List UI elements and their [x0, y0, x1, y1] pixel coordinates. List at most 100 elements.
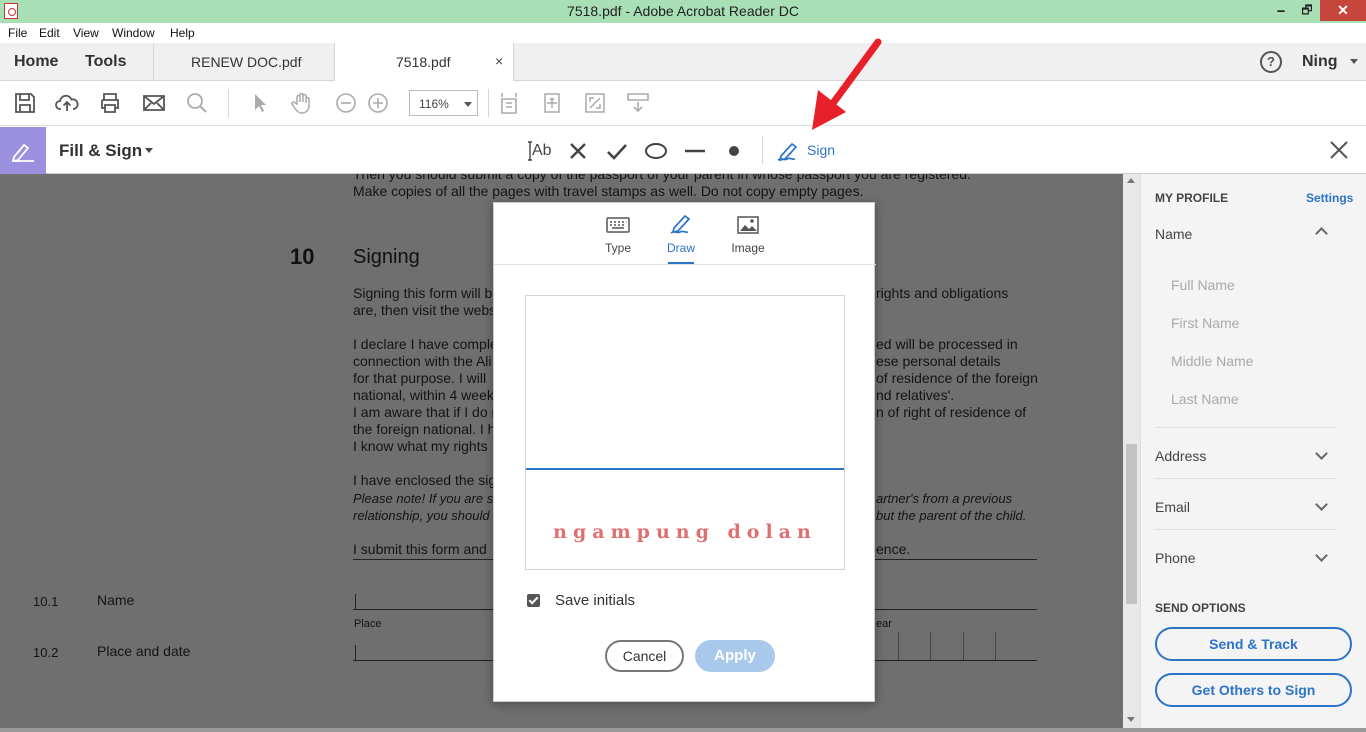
print-icon[interactable] [98, 91, 122, 115]
fit-page-icon[interactable] [497, 91, 521, 115]
maximize-button[interactable]: 🗗 [1294, 0, 1320, 21]
menu-window[interactable]: Window [112, 26, 155, 40]
field-number: 10.2 [33, 645, 59, 660]
doc-text-line: Make copies of all the pages with travel… [353, 183, 864, 199]
chevron-down-icon [464, 102, 472, 107]
line-icon[interactable] [683, 139, 707, 163]
doc-text-line: Then you should submit a copy of the pas… [353, 174, 971, 182]
fill-sign-title[interactable]: Fill & Sign [59, 141, 142, 161]
menu-edit[interactable]: Edit [39, 26, 60, 40]
signature-baseline [526, 468, 844, 470]
doc-text-line: n of right of residence of [876, 404, 1027, 420]
save-icon[interactable] [13, 91, 37, 115]
doc-text-line: I know what my rights [353, 438, 488, 454]
tab-type[interactable]: Type [593, 213, 643, 267]
doc-note-line: artner's from a previous [876, 491, 1013, 506]
tab-image[interactable]: Image [723, 213, 773, 267]
zoom-in-icon[interactable] [366, 91, 390, 115]
tab-home[interactable]: Home [14, 53, 58, 71]
cancel-button[interactable]: Cancel [605, 640, 684, 672]
date-box-divider [898, 632, 899, 660]
settings-link[interactable]: Settings [1306, 191, 1353, 205]
document-scrollbar[interactable] [1123, 174, 1140, 728]
search-icon[interactable] [185, 91, 209, 115]
save-initials-checkbox[interactable] [527, 594, 540, 607]
add-text-tool[interactable]: Ab [527, 139, 553, 163]
zoom-level-select[interactable]: 116% [409, 90, 478, 116]
read-mode-icon[interactable] [626, 91, 650, 115]
chevron-down-icon[interactable] [1315, 498, 1328, 511]
last-name-field[interactable]: Last Name [1171, 391, 1239, 407]
field-caption: Place [354, 618, 382, 630]
help-icon[interactable]: ? [1260, 51, 1282, 73]
get-others-to-sign-button[interactable]: Get Others to Sign [1155, 673, 1352, 707]
chevron-down-icon[interactable] [145, 148, 153, 153]
ellipse-icon[interactable] [644, 139, 668, 163]
middle-name-field[interactable]: Middle Name [1171, 353, 1253, 369]
first-name-field[interactable]: First Name [1171, 315, 1239, 331]
close-window-button[interactable]: ✕ [1320, 0, 1366, 21]
email-section-header[interactable]: Email [1155, 499, 1190, 515]
divider [1155, 478, 1337, 479]
signature-draw-canvas[interactable]: ngampung dolan [525, 295, 845, 570]
toolbar-separator [228, 89, 229, 117]
address-section-header[interactable]: Address [1155, 448, 1206, 464]
close-icon[interactable] [1328, 139, 1350, 161]
full-name-field[interactable]: Full Name [1171, 277, 1235, 293]
toolbar-separator [762, 136, 763, 164]
menu-view[interactable]: View [73, 26, 99, 40]
send-track-button[interactable]: Send & Track [1155, 627, 1352, 661]
doc-text-line: ed will be processed in [876, 336, 1018, 352]
scroll-down-icon[interactable] [1127, 717, 1135, 722]
save-initials-label[interactable]: Save initials [555, 592, 635, 609]
user-menu[interactable]: Ning [1302, 53, 1338, 71]
full-screen-icon[interactable] [583, 91, 607, 115]
apply-button[interactable]: Apply [695, 640, 775, 672]
upload-cloud-icon[interactable] [55, 91, 79, 115]
chevron-down-icon[interactable] [1350, 59, 1358, 64]
tab-tools[interactable]: Tools [85, 53, 126, 71]
tab-image-label: Image [731, 241, 765, 255]
document-tab-label: RENEW DOC.pdf [191, 54, 302, 70]
toolbar-separator [488, 89, 489, 117]
divider [1155, 427, 1337, 428]
phone-section-header[interactable]: Phone [1155, 550, 1195, 566]
doc-text-line: the foreign national. I h [353, 421, 496, 437]
select-cursor-icon[interactable] [248, 91, 272, 115]
fill-sign-pen-icon [11, 143, 34, 163]
doc-text-line: rights and obligations [876, 285, 1009, 301]
tab-type-label: Type [604, 241, 631, 255]
doc-note-line: relationship, you should n [353, 508, 501, 523]
email-icon[interactable] [142, 91, 166, 115]
menu-help[interactable]: Help [170, 26, 195, 40]
zoom-out-icon[interactable] [334, 91, 358, 115]
name-section-header[interactable]: Name [1155, 226, 1192, 242]
cross-mark-icon[interactable] [566, 139, 590, 163]
doc-text-line: I am aware that if I do r [353, 404, 497, 420]
doc-text-line: of residence of the foreign [876, 370, 1038, 386]
scroll-up-icon[interactable] [1127, 178, 1135, 183]
chevron-up-icon[interactable] [1315, 227, 1328, 240]
field-label: Name [97, 592, 135, 608]
document-tab-7518[interactable]: 7518.pdf × [334, 43, 514, 82]
sign-pen-icon[interactable] [776, 139, 802, 163]
chevron-down-icon[interactable] [1315, 447, 1328, 460]
hand-tool-icon[interactable] [290, 91, 314, 115]
send-options-heading: SEND OPTIONS [1155, 601, 1246, 615]
signature-dialog: Type Draw Image ngampung dolan Save init… [493, 202, 876, 702]
minimize-button[interactable]: 🗕 [1268, 0, 1294, 21]
doc-text-line: nd relatives'. [876, 387, 955, 403]
doc-text-line: are, then visit the webs [353, 302, 497, 318]
document-tab-renew[interactable]: RENEW DOC.pdf [153, 43, 334, 81]
close-tab-icon[interactable]: × [495, 53, 503, 69]
menu-file[interactable]: File [8, 26, 27, 40]
fill-sign-toolbar: Fill & Sign Ab Sign [0, 127, 1366, 174]
dot-icon[interactable] [722, 139, 746, 163]
sign-button[interactable]: Sign [807, 142, 835, 158]
check-mark-icon[interactable] [605, 139, 629, 163]
tab-draw[interactable]: Draw [656, 213, 706, 267]
scrollbar-thumb[interactable] [1126, 444, 1137, 604]
chevron-down-icon[interactable] [1315, 549, 1328, 562]
rotate-view-icon[interactable] [540, 91, 564, 115]
section-title: Signing [353, 246, 420, 268]
